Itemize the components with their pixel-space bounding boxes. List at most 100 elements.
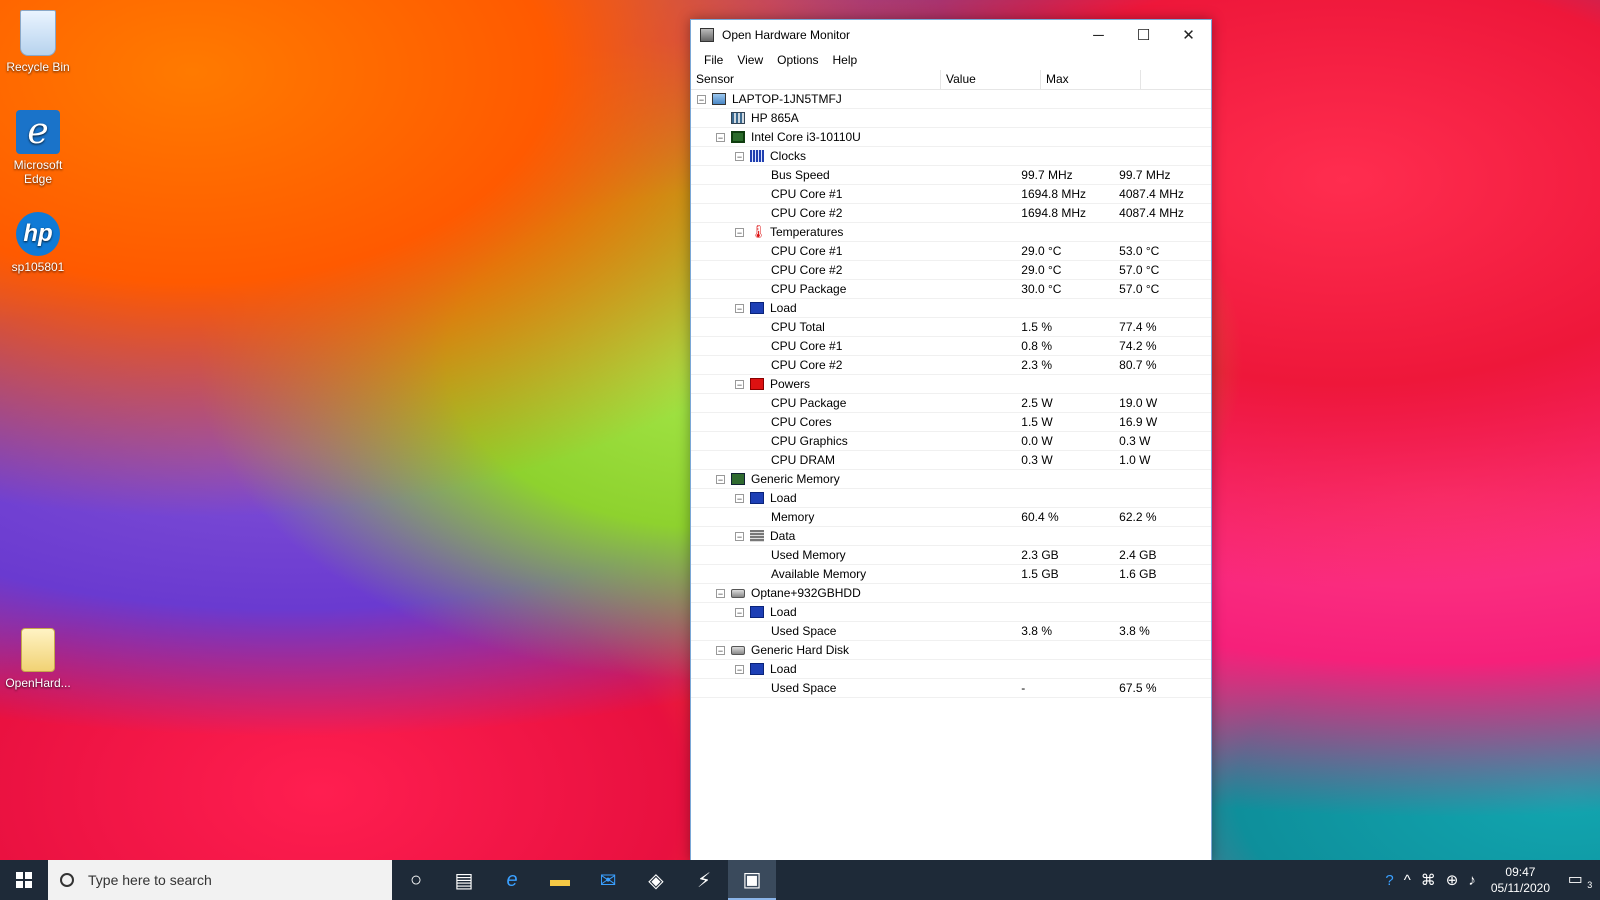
maximize-button[interactable]: ☐ — [1121, 20, 1166, 50]
system-tray: ? ^ ⌘ ⊕ ♪ 09:47 05/11/2020 ▭ 3 — [1380, 860, 1600, 900]
sensor-cell: − Generic Hard Disk — [691, 643, 966, 657]
desktop-icon-microsoft-edge[interactable]: e Microsoft Edge — [0, 110, 76, 186]
sensor-max: 57.0 °C — [1119, 263, 1160, 277]
taskbar-dropbox[interactable]: ◈ — [632, 860, 680, 900]
network-icon[interactable]: ⌘ — [1416, 871, 1441, 889]
sensor-row[interactable]: − Data — [691, 527, 1211, 546]
column-header-max[interactable]: Max — [1041, 70, 1141, 89]
collapse-toggle-icon[interactable]: − — [716, 588, 725, 598]
sensor-row[interactable]: − Powers — [691, 375, 1211, 394]
desktop-icon-sp105801[interactable]: hp sp105801 — [0, 212, 76, 274]
sensor-row[interactable]: Used Space - 67.5 % — [691, 679, 1211, 698]
sensor-row[interactable]: Used Space 3.8 % 3.8 % — [691, 622, 1211, 641]
sensor-name: Used Space — [771, 624, 837, 638]
sensor-cell: Used Memory — [691, 548, 1015, 562]
sensor-name: CPU Core #2 — [771, 358, 843, 372]
sensor-max: 53.0 °C — [1119, 244, 1160, 258]
notification-icon: ▭ — [1567, 871, 1583, 889]
collapse-toggle-icon[interactable]: − — [697, 94, 706, 104]
sensor-max: 2.4 GB — [1119, 548, 1157, 562]
search-icon — [60, 873, 74, 887]
volume-icon[interactable]: ♪ — [1463, 872, 1481, 889]
menu-file[interactable]: File — [697, 53, 730, 67]
sensor-cell: Used Space — [691, 624, 1015, 638]
taskbar-edge[interactable]: e — [488, 860, 536, 900]
collapse-toggle-icon[interactable]: − — [735, 227, 744, 237]
taskbar-app-bolt[interactable]: ⚡ — [680, 860, 728, 900]
sensor-row[interactable]: − Intel Core i3-10110U — [691, 128, 1211, 147]
sensor-value: 0.8 % — [1021, 339, 1052, 353]
collapse-toggle-icon[interactable]: − — [735, 303, 744, 313]
sensor-row[interactable]: − Load — [691, 489, 1211, 508]
sensor-cell: Used Space — [691, 681, 1015, 695]
taskbar-mail[interactable]: ✉ — [584, 860, 632, 900]
sensor-row[interactable]: Bus Speed 99.7 MHz 99.7 MHz — [691, 166, 1211, 185]
sensor-cell: − Load — [691, 301, 985, 315]
sensor-row[interactable]: CPU DRAM 0.3 W 1.0 W — [691, 451, 1211, 470]
menu-help[interactable]: Help — [826, 53, 865, 67]
globe-icon[interactable]: ⊕ — [1441, 871, 1464, 889]
taskbar-open-hardware-monitor[interactable]: ▣ — [728, 860, 776, 900]
sensor-cell: − Load — [691, 662, 985, 676]
sensor-row[interactable]: CPU Cores 1.5 W 16.9 W — [691, 413, 1211, 432]
notification-center-button[interactable]: ▭ 3 — [1560, 869, 1600, 890]
taskbar-clock[interactable]: 09:47 05/11/2020 — [1481, 864, 1560, 896]
sensor-row[interactable]: CPU Total 1.5 % 77.4 % — [691, 318, 1211, 337]
title-bar[interactable]: Open Hardware Monitor ─ ☐ ✕ — [691, 20, 1211, 50]
sensor-row[interactable]: CPU Core #2 29.0 °C 57.0 °C — [691, 261, 1211, 280]
sensor-row[interactable]: − LAPTOP-1JN5TMFJ — [691, 90, 1211, 109]
collapse-toggle-icon[interactable]: − — [735, 493, 744, 503]
sensor-row[interactable]: CPU Core #1 1694.8 MHz 4087.4 MHz — [691, 185, 1211, 204]
sensor-name: CPU Core #2 — [771, 206, 843, 220]
collapse-toggle-icon[interactable]: − — [735, 379, 744, 389]
column-header-value[interactable]: Value — [941, 70, 1041, 89]
sensor-row[interactable]: − Generic Memory — [691, 470, 1211, 489]
sensor-row[interactable]: − Clocks — [691, 147, 1211, 166]
task-view-button[interactable]: ▤ — [440, 860, 488, 900]
taskbar-search-box[interactable]: Type here to search — [48, 860, 392, 900]
sensor-row[interactable]: − 🌡 Temperatures — [691, 223, 1211, 242]
sensor-row[interactable]: CPU Core #1 29.0 °C 53.0 °C — [691, 242, 1211, 261]
collapse-toggle-icon[interactable]: − — [735, 151, 744, 161]
column-header-sensor[interactable]: Sensor — [691, 70, 941, 89]
sensor-row[interactable]: Used Memory 2.3 GB 2.4 GB — [691, 546, 1211, 565]
collapse-toggle-icon[interactable]: − — [716, 474, 725, 484]
sensor-max: 57.0 °C — [1119, 282, 1160, 296]
collapse-toggle-icon[interactable]: − — [735, 531, 744, 541]
sensor-row[interactable]: HP 865A — [691, 109, 1211, 128]
sensor-row[interactable]: Available Memory 1.5 GB 1.6 GB — [691, 565, 1211, 584]
sensor-cell: − Intel Core i3-10110U — [691, 130, 966, 144]
sensor-row[interactable]: − Generic Hard Disk — [691, 641, 1211, 660]
help-icon[interactable]: ? — [1380, 872, 1398, 889]
close-button[interactable]: ✕ — [1166, 20, 1211, 50]
sensor-row[interactable]: CPU Core #2 2.3 % 80.7 % — [691, 356, 1211, 375]
sensor-row[interactable]: − Load — [691, 603, 1211, 622]
collapse-toggle-icon[interactable]: − — [716, 132, 725, 142]
desktop-icon-recycle-bin[interactable]: Recycle Bin — [0, 10, 76, 74]
taskbar-file-explorer[interactable]: ▬ — [536, 860, 584, 900]
collapse-toggle-icon[interactable]: − — [735, 607, 744, 617]
start-button[interactable] — [0, 860, 48, 900]
sensor-row[interactable]: CPU Package 30.0 °C 57.0 °C — [691, 280, 1211, 299]
sensor-row[interactable]: − Load — [691, 660, 1211, 679]
cortana-button[interactable]: ○ — [392, 860, 440, 900]
sensor-max: 16.9 W — [1119, 415, 1158, 429]
minimize-button[interactable]: ─ — [1076, 20, 1121, 50]
desktop-icon-openhardwaremonitor[interactable]: OpenHard... — [0, 628, 76, 690]
sensor-row[interactable]: Memory 60.4 % 62.2 % — [691, 508, 1211, 527]
sensor-name: Used Space — [771, 681, 837, 695]
sensor-cell: − 🌡 Temperatures — [691, 225, 985, 239]
sensor-row[interactable]: − Optane+932GBHDD — [691, 584, 1211, 603]
menu-view[interactable]: View — [730, 53, 770, 67]
sensor-row[interactable]: CPU Core #1 0.8 % 74.2 % — [691, 337, 1211, 356]
collapse-toggle-icon[interactable]: − — [735, 664, 744, 674]
sensor-row[interactable]: CPU Graphics 0.0 W 0.3 W — [691, 432, 1211, 451]
sensor-name: CPU Core #1 — [771, 187, 843, 201]
chevron-up-icon[interactable]: ^ — [1399, 872, 1416, 889]
menu-options[interactable]: Options — [770, 53, 825, 67]
collapse-toggle-icon[interactable]: − — [716, 645, 725, 655]
sensor-row[interactable]: CPU Core #2 1694.8 MHz 4087.4 MHz — [691, 204, 1211, 223]
sensor-name: Generic Memory — [751, 472, 840, 486]
sensor-row[interactable]: − Load — [691, 299, 1211, 318]
sensor-row[interactable]: CPU Package 2.5 W 19.0 W — [691, 394, 1211, 413]
